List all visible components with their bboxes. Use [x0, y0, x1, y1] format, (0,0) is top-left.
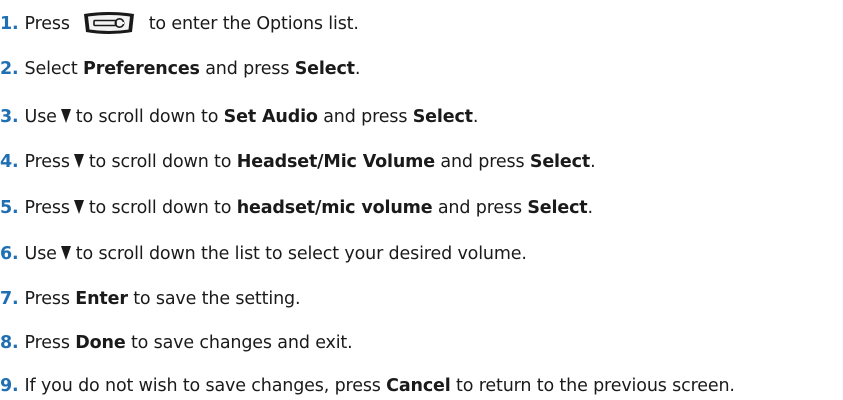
- step-3: 3. Use to scroll down to Set Audio and pre…: [0, 104, 478, 130]
- step-text: If you do not wish to save changes, pres…: [24, 376, 387, 396]
- step-text: .: [590, 152, 596, 172]
- step-text: .: [354, 59, 361, 79]
- menu-item-name: Set Audio: [223, 107, 318, 127]
- step-text: Press: [24, 333, 76, 353]
- softkey-name: Cancel: [386, 376, 451, 396]
- step-text: to scroll down the list to select your d…: [75, 244, 527, 264]
- step-text: to save the setting.: [127, 289, 301, 309]
- down-arrow-icon: [73, 154, 84, 168]
- step-number: 4.: [0, 152, 19, 172]
- step-text: Press: [24, 14, 70, 34]
- step-text: to enter the Options list.: [148, 14, 359, 34]
- menu-item-name: Headset/Mic Volume: [236, 152, 435, 172]
- step-number: 9.: [0, 376, 19, 396]
- softkey-name: Select: [529, 152, 591, 172]
- step-6: 6. Use to scroll down the list to select y…: [0, 241, 527, 267]
- step-number: 5.: [0, 198, 19, 218]
- step-number: 8.: [0, 333, 19, 353]
- step-text: to save changes and exit.: [125, 333, 353, 353]
- softkey-name: Select: [527, 198, 588, 218]
- step-text: and press: [432, 198, 528, 218]
- step-text: Press: [24, 289, 76, 309]
- step-text: Press: [24, 198, 70, 218]
- step-text: and press: [434, 152, 530, 172]
- step-number: 3.: [0, 107, 19, 127]
- step-text: and press: [199, 59, 295, 79]
- menu-item-name: Preferences: [83, 59, 200, 79]
- step-2: 2. Select Preferences and press Select.: [0, 56, 360, 82]
- softkey-name: Select: [412, 107, 473, 127]
- step-text: to return to the previous screen.: [450, 376, 735, 396]
- down-arrow-icon: [73, 200, 84, 214]
- step-5: 5. Press to scroll down to headset/mic vol…: [0, 195, 593, 221]
- step-text: Select: [24, 59, 84, 79]
- step-text: to scroll down to: [88, 198, 237, 218]
- step-4: 4. Press to scroll down to Headset/Mic Vol…: [0, 149, 596, 175]
- step-number: 2.: [0, 59, 19, 79]
- step-text: to scroll down to: [88, 152, 237, 172]
- step-text: .: [472, 107, 479, 127]
- step-text: Press: [24, 152, 70, 172]
- step-text: Use: [24, 244, 57, 264]
- step-text: to scroll down to: [75, 107, 224, 127]
- menu-item-name: headset/mic volume: [236, 198, 433, 218]
- softkey-name: Select: [294, 59, 355, 79]
- step-1: 1. Press to enter the Options list.: [0, 11, 359, 37]
- step-number: 6.: [0, 244, 19, 264]
- softkey-name: Done: [75, 333, 126, 353]
- down-arrow-icon: [60, 246, 71, 260]
- instruction-steps: 1. Press to enter the Options list. 2. Sel…: [0, 0, 843, 400]
- step-9: 9. If you do not wish to save changes, pr…: [0, 373, 735, 399]
- step-8: 8. Press Done to save changes and exit.: [0, 330, 353, 356]
- down-arrow-icon: [60, 109, 71, 123]
- softkey-name: Enter: [75, 289, 128, 309]
- step-text: and press: [317, 107, 413, 127]
- step-number: 7.: [0, 289, 19, 309]
- options-key-icon: [81, 11, 137, 35]
- step-number: 1.: [0, 14, 19, 34]
- step-text: Use: [24, 107, 57, 127]
- step-text: .: [587, 198, 594, 218]
- step-7: 7. Press Enter to save the setting.: [0, 286, 301, 312]
